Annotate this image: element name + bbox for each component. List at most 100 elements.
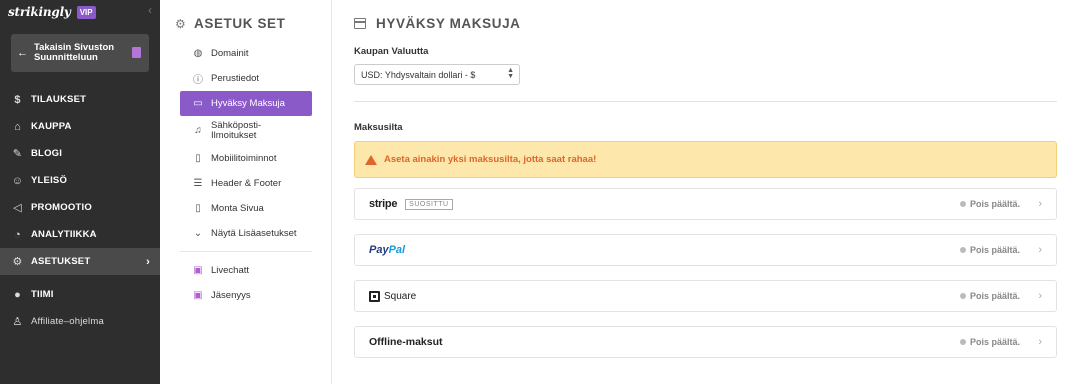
status-dot-icon [959, 293, 966, 299]
settings-title-text: ASETUK SET [194, 16, 286, 31]
chevron-right-icon: › [146, 255, 150, 268]
trophy-icon: ♙ [12, 316, 23, 328]
paypal-logo-part: Pay [369, 244, 389, 256]
arrow-left-icon: ← [17, 47, 28, 59]
settings-sidebar: ⚙ ASETUK SET ◍ Domainit ⓘ Perustiedot ▭ … [160, 0, 332, 384]
settings-list: ◍ Domainit ⓘ Perustiedot ▭ Hyväksy Maksu… [180, 41, 312, 308]
nav-item-label: TILAUKSET [31, 94, 87, 105]
card-icon: ▭ [193, 97, 203, 109]
gateway-status-text: Pois päältä. [969, 291, 1020, 301]
store-icon: ⌂ [14, 120, 21, 133]
chevron-right-icon: › [1038, 198, 1042, 210]
nav-item-settings[interactable]: ⚙ ASETUKSET › [0, 248, 160, 275]
dollar-circle-icon: $ [14, 93, 21, 106]
gateway-status: Pois päältä. [959, 199, 1020, 209]
nav-item-label: ASETUKSET [31, 256, 91, 267]
nav-item-blog[interactable]: ✎ BLOGI [0, 140, 160, 167]
settings-item-domains[interactable]: ◍ Domainit [180, 41, 312, 66]
nav-item-label: TIIMI [31, 289, 54, 300]
settings-item-label: Mobiilitoiminnot [211, 153, 277, 164]
nav-item-label: KAUPPA [31, 121, 72, 132]
nav-item-affiliate[interactable]: ♙ Affiliate–ohjelma [0, 308, 160, 335]
status-dot-icon [959, 247, 966, 253]
nav-item-orders[interactable]: $ TILAUKSET [0, 86, 160, 113]
settings-title: ⚙ ASETUK SET [175, 16, 286, 31]
gateway-status: Pois päältä. [959, 337, 1020, 347]
settings-item-label: Monta Sivua [211, 203, 264, 214]
chevron-right-icon: › [1038, 336, 1042, 348]
nav-item-promotion[interactable]: ◁ PROMOOTIO [0, 194, 160, 221]
main-nav: $ TILAUKSET ⌂ KAUPPA ✎ BLOGI ☺ YLEISÖ ◁ … [0, 86, 160, 335]
alert-text: Aseta ainakin yksi maksusilta, jotta saa… [384, 154, 597, 165]
currency-select-value: USD: Yhdysvaltain dollari - $ [361, 69, 476, 80]
nav-item-label: YLEISÖ [31, 175, 68, 186]
users-icon: ☺ [11, 174, 24, 187]
settings-item-label: Header & Footer [211, 178, 282, 189]
chevron-down-icon: ⌄ [193, 227, 203, 239]
info-icon: ⓘ [193, 74, 203, 86]
gear-icon: ⚙ [175, 17, 187, 31]
gear-icon: ⚙ [12, 256, 23, 268]
offline-payments-label: Offline-maksut [369, 336, 443, 348]
settings-divider [180, 251, 312, 252]
page-title: HYVÄKSY MAKSUJA [354, 16, 521, 31]
divider [354, 101, 1057, 102]
settings-item-livechat[interactable]: ▣ Livechatt [180, 258, 312, 283]
settings-item-payments[interactable]: ▭ Hyväksy Maksuja [180, 91, 312, 116]
mobile-icon: ▯ [195, 152, 201, 164]
globe-icon: ◍ [193, 47, 203, 59]
select-arrows-icon: ▲ ▼ [507, 67, 514, 80]
gateway-paypal[interactable]: PayPal Pois päältä. › [354, 234, 1057, 266]
paypal-logo-part: Pal [388, 244, 406, 256]
settings-item-mobile[interactable]: ▯ Mobiilitoiminnot [180, 146, 312, 171]
status-dot-icon [959, 339, 966, 345]
chevron-right-icon: › [1038, 290, 1042, 302]
team-icon: ● [14, 288, 21, 301]
nav-item-label: Affiliate–ohjelma [31, 316, 104, 327]
settings-item-label: Jäsenyys [211, 290, 251, 301]
status-dot-icon [959, 201, 966, 207]
gateway-status-text: Pois päältä. [969, 337, 1020, 347]
back-button-label: Takaisin Sivuston Suunnitteluun [34, 42, 115, 63]
gateway-warning-alert: Aseta ainakin yksi maksusilta, jotta saa… [354, 141, 1057, 178]
nav-item-analytics[interactable]: ◔ ANALYTIIKKA [0, 221, 160, 248]
stripe-logo: stripe [369, 198, 398, 210]
collapse-sidebar-icon[interactable]: ‹ [148, 3, 152, 17]
nav-item-team[interactable]: ● TIIMI [0, 281, 160, 308]
chevron-right-icon: › [1038, 244, 1042, 256]
gateway-status: Pois päältä. [959, 245, 1020, 255]
nav-item-audience[interactable]: ☺ YLEISÖ [0, 167, 160, 194]
brand-name: strikingly [8, 5, 71, 19]
bell-icon: ♫ [194, 125, 202, 136]
chart-icon: ◔ [14, 228, 21, 241]
settings-item-label: Domainit [211, 48, 249, 59]
vip-badge: VIP [76, 5, 96, 19]
megaphone-icon: ◁ [13, 202, 22, 214]
settings-item-multiple-pages[interactable]: ▯ Monta Sivua [180, 196, 312, 221]
gateway-offline[interactable]: Offline-maksut Pois päältä. › [354, 326, 1057, 358]
settings-item-label: Sähköposti-Ilmoitukset [211, 120, 262, 141]
warning-icon [365, 154, 377, 165]
settings-item-show-advanced[interactable]: ⌄ Näytä Lisäasetukset [180, 221, 312, 246]
nav-item-label: PROMOOTIO [31, 202, 92, 213]
settings-item-label: Näytä Lisäasetukset [211, 228, 297, 239]
settings-item-email-notifications[interactable]: ♫ Sähköposti-Ilmoitukset [180, 116, 312, 146]
back-to-editor-button[interactable]: ← Takaisin Sivuston Suunnitteluun [11, 34, 149, 72]
square-logo-icon [369, 290, 380, 302]
layout-icon: ☰ [193, 177, 203, 189]
gateways-label: Maksusilta [354, 122, 403, 133]
gateway-status-text: Pois päältä. [969, 245, 1020, 255]
settings-item-membership[interactable]: ▣ Jäsenyys [180, 283, 312, 308]
gateway-status-text: Pois päältä. [969, 199, 1020, 209]
page-icon [132, 47, 141, 58]
pen-icon: ✎ [12, 148, 23, 160]
brand-logo[interactable]: strikingly VIP [8, 3, 96, 21]
gateway-stripe[interactable]: stripe SUOSITTU Pois päältä. › [354, 188, 1057, 220]
pages-icon: ▯ [195, 202, 201, 214]
nav-item-store[interactable]: ⌂ KAUPPA [0, 113, 160, 140]
card-icon [354, 18, 366, 29]
settings-item-header-footer[interactable]: ☰ Header & Footer [180, 171, 312, 196]
gateway-square[interactable]: Square Pois päältä. › [354, 280, 1057, 312]
currency-select[interactable]: USD: Yhdysvaltain dollari - $ ▲ ▼ [354, 64, 520, 85]
settings-item-basic-info[interactable]: ⓘ Perustiedot [180, 66, 312, 91]
